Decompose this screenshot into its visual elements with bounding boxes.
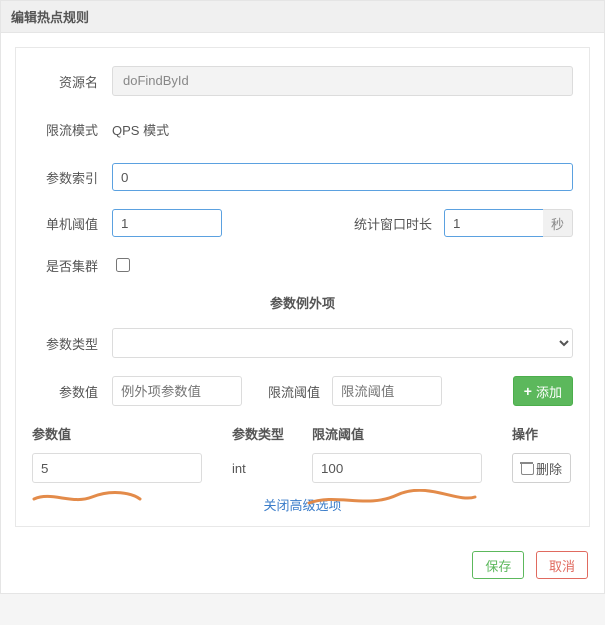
plus-icon: + [524,383,532,399]
modal-footer: 保存 取消 [1,541,604,593]
trash-icon [521,462,532,474]
param-value-input[interactable] [112,376,242,406]
modal-body: 资源名 doFindById 限流模式 QPS 模式 参数索引 单机阈值 统计窗… [15,47,590,527]
label-resource: 资源名 [32,72,112,91]
add-button-label: 添加 [536,382,562,401]
row-value-input[interactable] [32,453,202,483]
window-unit: 秒 [543,209,573,237]
cancel-button[interactable]: 取消 [536,551,588,579]
param-type-select[interactable] [112,328,573,358]
mode-value: QPS 模式 [112,114,169,145]
save-button[interactable]: 保存 [472,551,524,579]
row-resource: 资源名 doFindById [32,66,573,96]
col-header-value: 参数值 [32,424,232,443]
limit-value-input[interactable] [332,376,442,406]
table-row: int 删除 [32,453,573,483]
add-exception-button[interactable]: + 添加 [513,376,573,406]
col-header-limit: 限流阈值 [312,424,512,443]
col-header-ops: 操作 [512,424,573,443]
label-cluster: 是否集群 [32,256,112,275]
row-param-index: 参数索引 [32,163,573,191]
label-limit-value: 限流阈值 [242,382,332,401]
label-param-type: 参数类型 [32,334,112,353]
label-window: 统计窗口时长 [222,214,444,233]
row-mode: 限流模式 QPS 模式 [32,114,573,145]
row-type-value: int [232,461,312,476]
param-index-input[interactable] [112,163,573,191]
exceptions-table-header: 参数值 参数类型 限流阈值 操作 [32,424,573,443]
label-threshold: 单机阈值 [32,214,112,233]
threshold-input[interactable] [112,209,222,237]
row-param-type: 参数类型 [32,328,573,358]
delete-row-button[interactable]: 删除 [512,453,571,483]
row-cluster: 是否集群 [32,255,573,275]
label-param-value: 参数值 [32,382,112,401]
modal-title: 编辑热点规则 [1,1,604,33]
resource-name-field: doFindById [112,66,573,96]
edit-hotspot-rule-modal: 编辑热点规则 资源名 doFindById 限流模式 QPS 模式 参数索引 单… [0,0,605,594]
delete-button-label: 删除 [536,459,562,478]
row-add-exception: 参数值 限流阈值 + 添加 [32,376,573,406]
col-header-type: 参数类型 [232,424,312,443]
exceptions-section-title: 参数例外项 [32,293,573,312]
cluster-checkbox[interactable] [116,258,130,272]
label-mode: 限流模式 [32,120,112,139]
row-limit-input[interactable] [312,453,482,483]
label-param-index: 参数索引 [32,168,112,187]
row-threshold-window: 单机阈值 统计窗口时长 秒 [32,209,573,237]
window-input[interactable] [444,209,544,237]
